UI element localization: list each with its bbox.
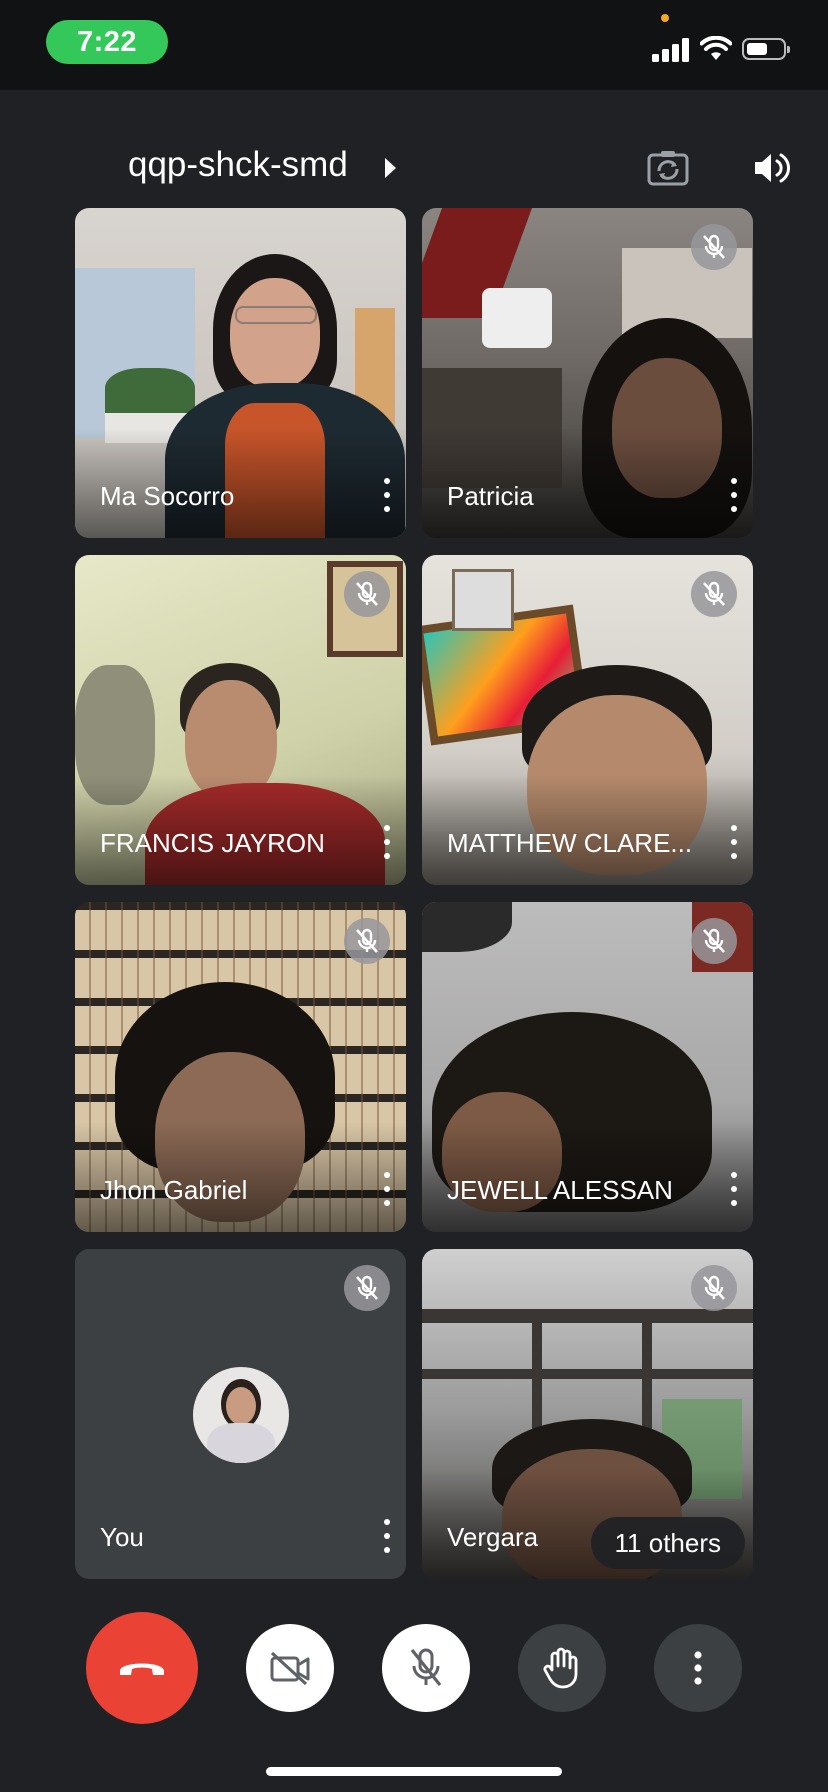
- battery-icon: [742, 38, 790, 60]
- cellular-signal-icon: [652, 38, 692, 62]
- muted-mic-icon: [344, 1265, 390, 1311]
- participant-tile[interactable]: Jhon Gabriel: [75, 902, 406, 1232]
- mic-toggle-button[interactable]: [382, 1624, 470, 1712]
- muted-mic-icon: [691, 571, 737, 617]
- participant-name: Patricia: [447, 481, 534, 511]
- tile-more-options-icon[interactable]: [382, 1172, 392, 1206]
- participant-tile[interactable]: Patricia: [422, 208, 753, 538]
- tile-more-options-icon[interactable]: [382, 1519, 392, 1553]
- hang-up-icon: [120, 1663, 164, 1675]
- meeting-code[interactable]: qqp-shck-smd: [128, 145, 348, 185]
- more-options-button[interactable]: [654, 1624, 742, 1712]
- muted-mic-icon: [691, 224, 737, 270]
- participant-tile[interactable]: FRANCIS JAYRON: [75, 555, 406, 885]
- participant-name: Vergara: [447, 1522, 539, 1552]
- camera-off-icon: [270, 1651, 310, 1686]
- tile-more-options-icon[interactable]: [382, 478, 392, 512]
- participant-name: You: [100, 1522, 144, 1552]
- camera-toggle-button[interactable]: [246, 1624, 334, 1712]
- participant-name: FRANCIS JAYRON: [100, 828, 325, 858]
- muted-mic-icon: [691, 1265, 737, 1311]
- participant-name: Ma Socorro: [100, 481, 235, 511]
- raise-hand-icon: [543, 1647, 578, 1689]
- participant-tile[interactable]: JEWELL ALESSAN: [422, 902, 753, 1232]
- more-vert-icon: [694, 1651, 702, 1685]
- home-indicator[interactable]: [266, 1767, 562, 1776]
- wifi-icon: [700, 36, 732, 60]
- switch-camera-icon[interactable]: [646, 148, 690, 188]
- participant-tile[interactable]: Ma Socorro: [75, 208, 406, 538]
- tile-more-options-icon[interactable]: [729, 478, 739, 512]
- tile-more-options-icon[interactable]: [729, 1172, 739, 1206]
- speaker-icon[interactable]: [752, 150, 792, 186]
- self-tile[interactable]: You: [75, 1249, 406, 1579]
- participant-name: JEWELL ALESSAN: [447, 1175, 673, 1205]
- avatar: [193, 1367, 289, 1463]
- participant-name: MATTHEW CLARE...: [447, 828, 693, 858]
- participant-tile[interactable]: MATTHEW CLARE...: [422, 555, 753, 885]
- tile-more-options-icon[interactable]: [729, 825, 739, 859]
- muted-mic-icon: [344, 918, 390, 964]
- tile-more-options-icon[interactable]: [382, 825, 392, 859]
- muted-mic-icon: [691, 918, 737, 964]
- end-call-button[interactable]: [86, 1612, 198, 1724]
- participant-tile[interactable]: Vergara 11 others: [422, 1249, 753, 1579]
- mic-off-icon: [410, 1648, 442, 1686]
- status-time: 7:22: [46, 20, 168, 64]
- meeting-details-caret-icon[interactable]: [385, 158, 396, 178]
- others-count-button[interactable]: 11 others: [590, 1517, 745, 1569]
- raise-hand-button[interactable]: [518, 1624, 606, 1712]
- participant-name: Jhon Gabriel: [100, 1175, 248, 1205]
- mic-in-use-indicator: [661, 14, 669, 22]
- status-bar: 7:22: [0, 0, 828, 90]
- muted-mic-icon: [344, 571, 390, 617]
